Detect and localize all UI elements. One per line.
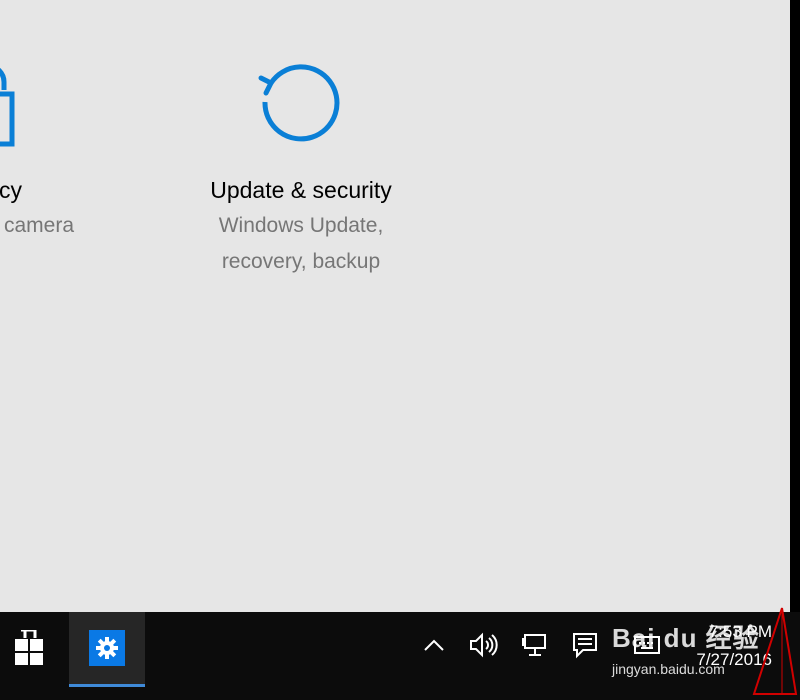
gear-icon: [89, 630, 125, 666]
tile-privacy-desc: camera: [3, 214, 74, 237]
tile-update-title: Update & security: [210, 177, 392, 203]
refresh-icon: [190, 60, 412, 172]
action-center-icon[interactable]: [570, 630, 600, 660]
tile-update-desc-line1: Windows Update,: [218, 214, 384, 237]
start-button[interactable]: [0, 612, 56, 684]
watermark-logo: Bai du 经验: [612, 623, 760, 653]
chevron-up-icon[interactable]: [419, 630, 449, 660]
tile-privacy-title: cy: [0, 177, 22, 203]
tile-update-desc-line2: recovery, backup: [221, 250, 381, 273]
network-icon[interactable]: [520, 630, 550, 660]
settings-home: cy camera Update & security Windows Upda…: [0, 0, 793, 612]
red-triangle-marker: [752, 607, 798, 695]
lock-icon: [0, 60, 110, 172]
watermark-url: jingyan.baidu.com: [612, 661, 725, 677]
volume-icon[interactable]: [468, 630, 498, 660]
windows-logo-icon: [15, 630, 43, 665]
tile-privacy[interactable]: cy camera: [0, 60, 110, 244]
tile-update-security[interactable]: Update & security Windows Update, recove…: [190, 60, 412, 280]
watermark: Bai du 经验 jingyan.baidu.com: [612, 618, 760, 677]
taskbar-settings-app[interactable]: [69, 612, 145, 687]
